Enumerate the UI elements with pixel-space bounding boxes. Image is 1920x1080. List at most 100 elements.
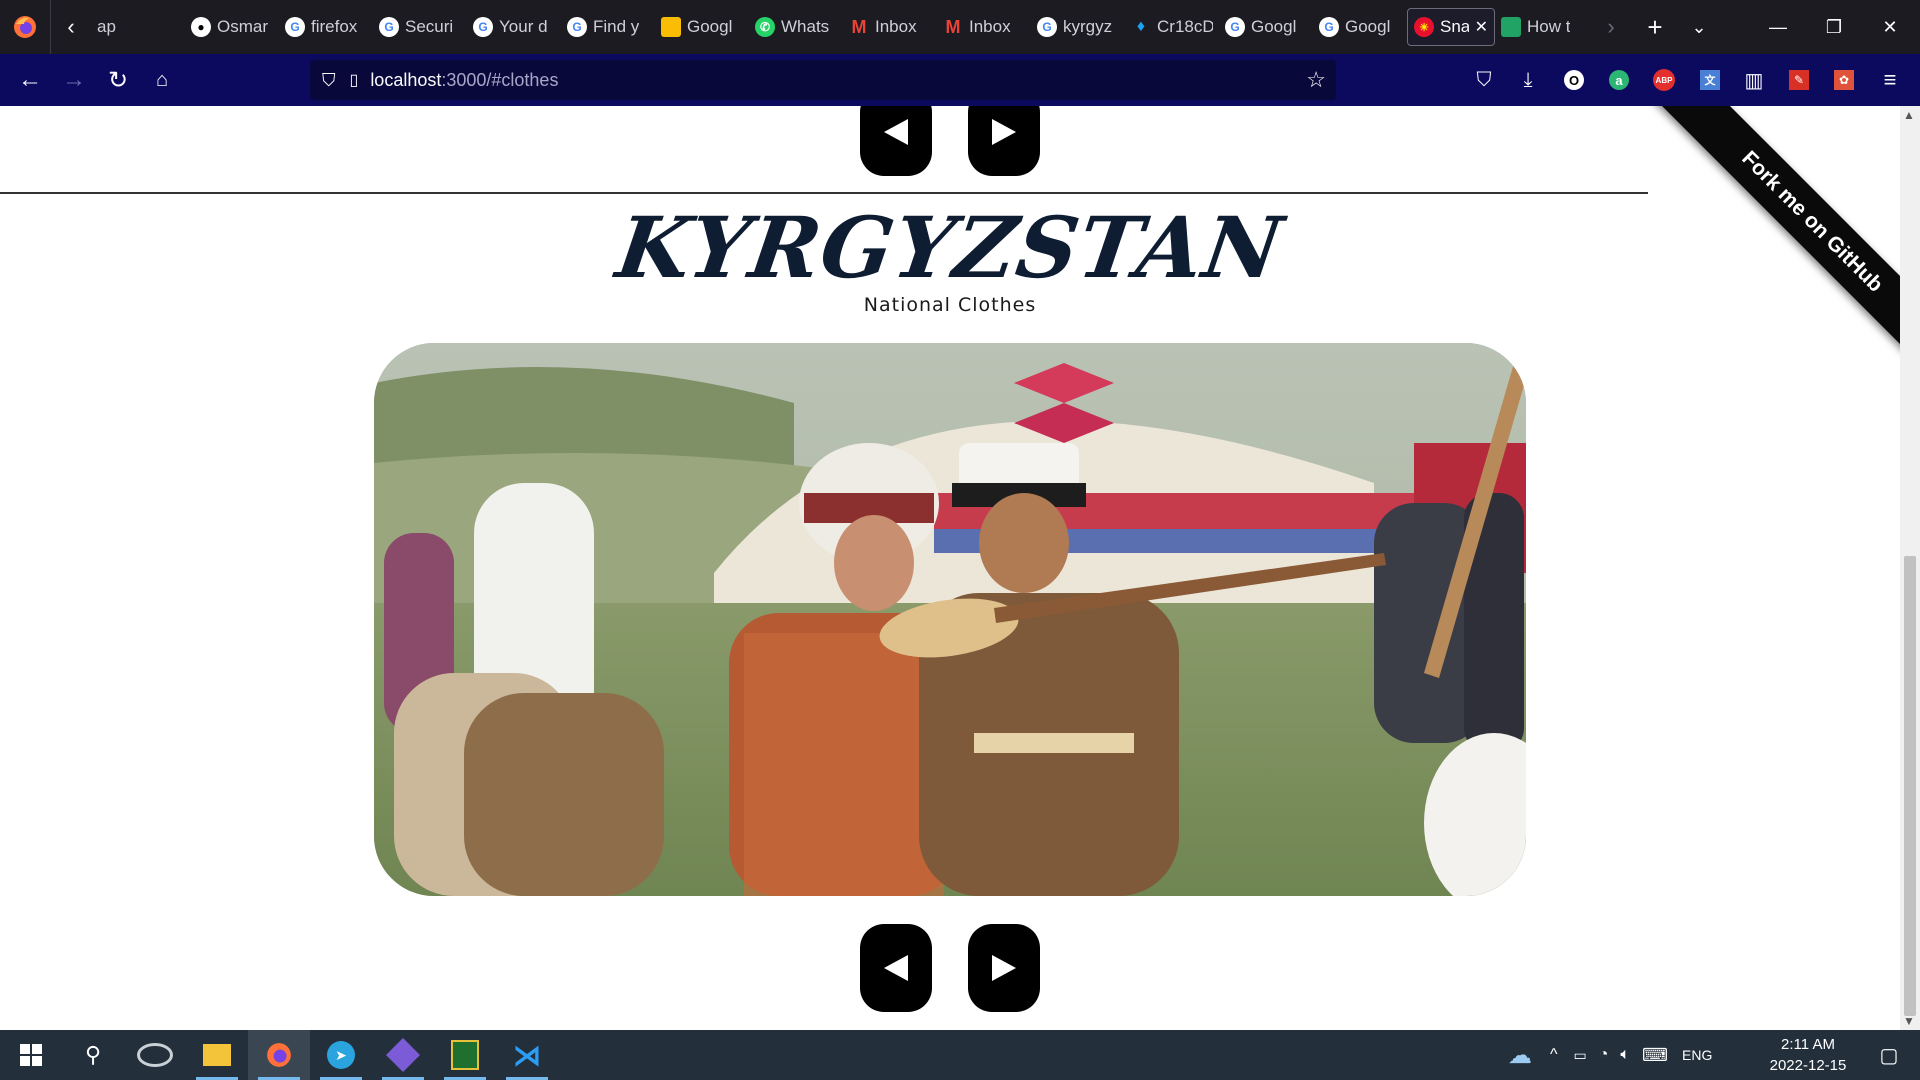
back-button[interactable]: ← <box>8 58 52 102</box>
url-path: :3000/#clothes <box>441 69 559 90</box>
page-icon: ▯ <box>349 72 359 89</box>
next-button-top[interactable] <box>968 106 1040 176</box>
tab-label: Securi <box>405 17 454 36</box>
firefox-taskbar-icon[interactable] <box>248 1030 310 1080</box>
keyboard-icon[interactable]: ⌨ <box>1642 1045 1668 1066</box>
google-icon: G <box>285 17 305 37</box>
forward-button[interactable]: → <box>52 58 96 102</box>
shield-icon[interactable]: ⛉ <box>322 70 336 91</box>
tab[interactable]: M Inbox <box>937 8 1031 46</box>
extension-red-icon[interactable]: ✎ <box>1783 64 1815 96</box>
downloads-icon[interactable]: ⤓ <box>1512 64 1544 96</box>
search-icon[interactable]: ⚲ <box>62 1030 124 1080</box>
translate-icon[interactable]: 文 <box>1694 64 1726 96</box>
vertical-scrollbar[interactable]: ▲ ▼ <box>1900 106 1920 1030</box>
page-viewport: KYRGYZSTAN National Clothes Fork me on G… <box>0 106 1920 1030</box>
triangle-left-icon <box>884 955 908 981</box>
wifi-icon[interactable]: ◔ <box>1599 1046 1609 1064</box>
extension-grid-icon[interactable]: ✿ <box>1828 64 1860 96</box>
github-icon: ● <box>191 17 211 37</box>
language-indicator[interactable]: ENG <box>1682 1047 1712 1063</box>
tab-label: How t <box>1527 17 1571 36</box>
next-button[interactable] <box>968 924 1040 1012</box>
tab[interactable]: Googl <box>655 8 749 46</box>
taskbar-clock[interactable]: 2:11 AM 2022-12-15 <box>1768 1034 1848 1076</box>
pocket-icon[interactable]: ⛉ <box>1468 64 1500 96</box>
extension-o-icon[interactable]: O <box>1558 64 1590 96</box>
tab-label: Find y <box>593 17 640 36</box>
triangle-right-icon <box>992 955 1016 981</box>
tab-strip: ‹ ap ● Osmar Gfirefox G Securi G Your d G Fi… <box>0 0 1920 54</box>
battery-icon[interactable]: ▭ <box>1574 1047 1587 1064</box>
notifications-icon[interactable]: ▢ <box>1858 1030 1920 1080</box>
url-text[interactable]: localhost:3000/#clothes <box>370 70 558 91</box>
fork-me-ribbon[interactable]: Fork me on GitHub <box>1653 106 1900 381</box>
scroll-down-icon[interactable]: ▼ <box>1903 1014 1915 1028</box>
volume-icon[interactable]: 🔈︎ <box>1620 1046 1630 1064</box>
reader-icon[interactable]: ▥ <box>1738 64 1770 96</box>
tab[interactable]: M Inbox <box>843 8 937 46</box>
scroll-up-icon[interactable]: ▲ <box>1903 108 1915 122</box>
adblock-plus-icon[interactable]: ABP <box>1648 64 1680 96</box>
tab[interactable]: ♦ Cr18cD <box>1125 8 1219 46</box>
windows-start-icon[interactable] <box>0 1030 62 1080</box>
tab-active[interactable]: ☀ Sna ✕ <box>1407 8 1495 46</box>
prev-button-top[interactable] <box>860 106 932 176</box>
new-tab-button[interactable]: + <box>1633 0 1677 54</box>
reload-button[interactable]: ↻ <box>96 58 140 102</box>
file-explorer-icon[interactable] <box>186 1030 248 1080</box>
address-bar[interactable]: ⛉ ▯ localhost:3000/#clothes ☆ <box>310 60 1336 100</box>
home-button[interactable]: ⌂ <box>140 58 184 102</box>
tab[interactable]: G Googl <box>1313 8 1407 46</box>
tab[interactable]: G Your d <box>467 8 561 46</box>
google-icon: G <box>1037 17 1057 37</box>
gmail-icon: M <box>945 16 961 37</box>
firefox-icon[interactable] <box>0 0 50 54</box>
google-keep-icon <box>661 17 681 37</box>
list-all-tabs-button[interactable]: ⌄ <box>1677 0 1721 54</box>
close-tab-icon[interactable]: ✕ <box>1475 17 1488 37</box>
scrollbar-thumb[interactable] <box>1904 556 1916 1016</box>
tab[interactable]: G Googl <box>1219 8 1313 46</box>
show-hidden-icons-icon[interactable]: ^ <box>1550 1046 1558 1064</box>
tab[interactable]: G Find y <box>561 8 655 46</box>
tab[interactable]: ap <box>91 8 185 46</box>
task-view-icon[interactable] <box>124 1030 186 1080</box>
tab[interactable]: G Securi <box>373 8 467 46</box>
weather-icon[interactable]: ☁ <box>1508 1041 1532 1070</box>
gmail-icon: M <box>851 16 867 37</box>
tab[interactable]: ● Osmar <box>185 8 279 46</box>
restore-button[interactable]: ❐ <box>1806 0 1862 54</box>
tab-label: firefox <box>311 17 358 36</box>
whatsapp-icon: ✆ <box>755 17 775 37</box>
tabs-scroll-right-button[interactable]: › <box>1589 0 1633 54</box>
section-divider <box>0 192 1648 194</box>
tab-label: Googl <box>1345 17 1391 36</box>
clock-date: 2022-12-15 <box>1769 1057 1847 1074</box>
google-icon: G <box>567 17 587 37</box>
tab-label: Googl <box>1251 17 1297 36</box>
telegram-icon[interactable]: ➤ <box>310 1030 372 1080</box>
menu-icon[interactable]: ≡ <box>1874 64 1906 96</box>
bookmark-star-icon[interactable]: ☆ <box>1306 67 1326 93</box>
tab[interactable]: ✆ Whats <box>749 8 843 46</box>
clock-time: 2:11 AM <box>1781 1036 1835 1053</box>
app-terminal-icon[interactable] <box>434 1030 496 1080</box>
windows-taskbar: ⚲ ➤ ⋊ ☁ ^ ▭ ◔ 🔈︎ ⌨ ENG 2:11 AM 2022-12-1… <box>0 1030 1920 1080</box>
tab[interactable]: Gfirefox <box>279 8 373 46</box>
tabs-scroll-left-button[interactable]: ‹ <box>50 0 91 54</box>
git-kraken-icon[interactable] <box>372 1030 434 1080</box>
navigation-toolbar: ← → ↻ ⌂ ⛉ ▯ localhost:3000/#clothes ☆ ⛉ … <box>0 54 1920 106</box>
github-ribbon-container: Fork me on GitHub <box>1600 106 1900 406</box>
google-icon: G <box>379 17 399 37</box>
prev-button[interactable] <box>860 924 932 1012</box>
minimize-button[interactable]: — <box>1750 0 1806 54</box>
tab[interactable]: Gkyrgyz <box>1031 8 1125 46</box>
tab-label: Your d <box>499 17 548 36</box>
extension-a-icon[interactable]: a <box>1603 64 1635 96</box>
site-favicon-icon: ☀ <box>1414 17 1434 37</box>
triangle-left-icon <box>884 119 908 145</box>
close-window-button[interactable]: ✕ <box>1862 0 1918 54</box>
vscode-icon[interactable]: ⋊ <box>496 1030 558 1080</box>
tab[interactable]: How t <box>1495 8 1589 46</box>
